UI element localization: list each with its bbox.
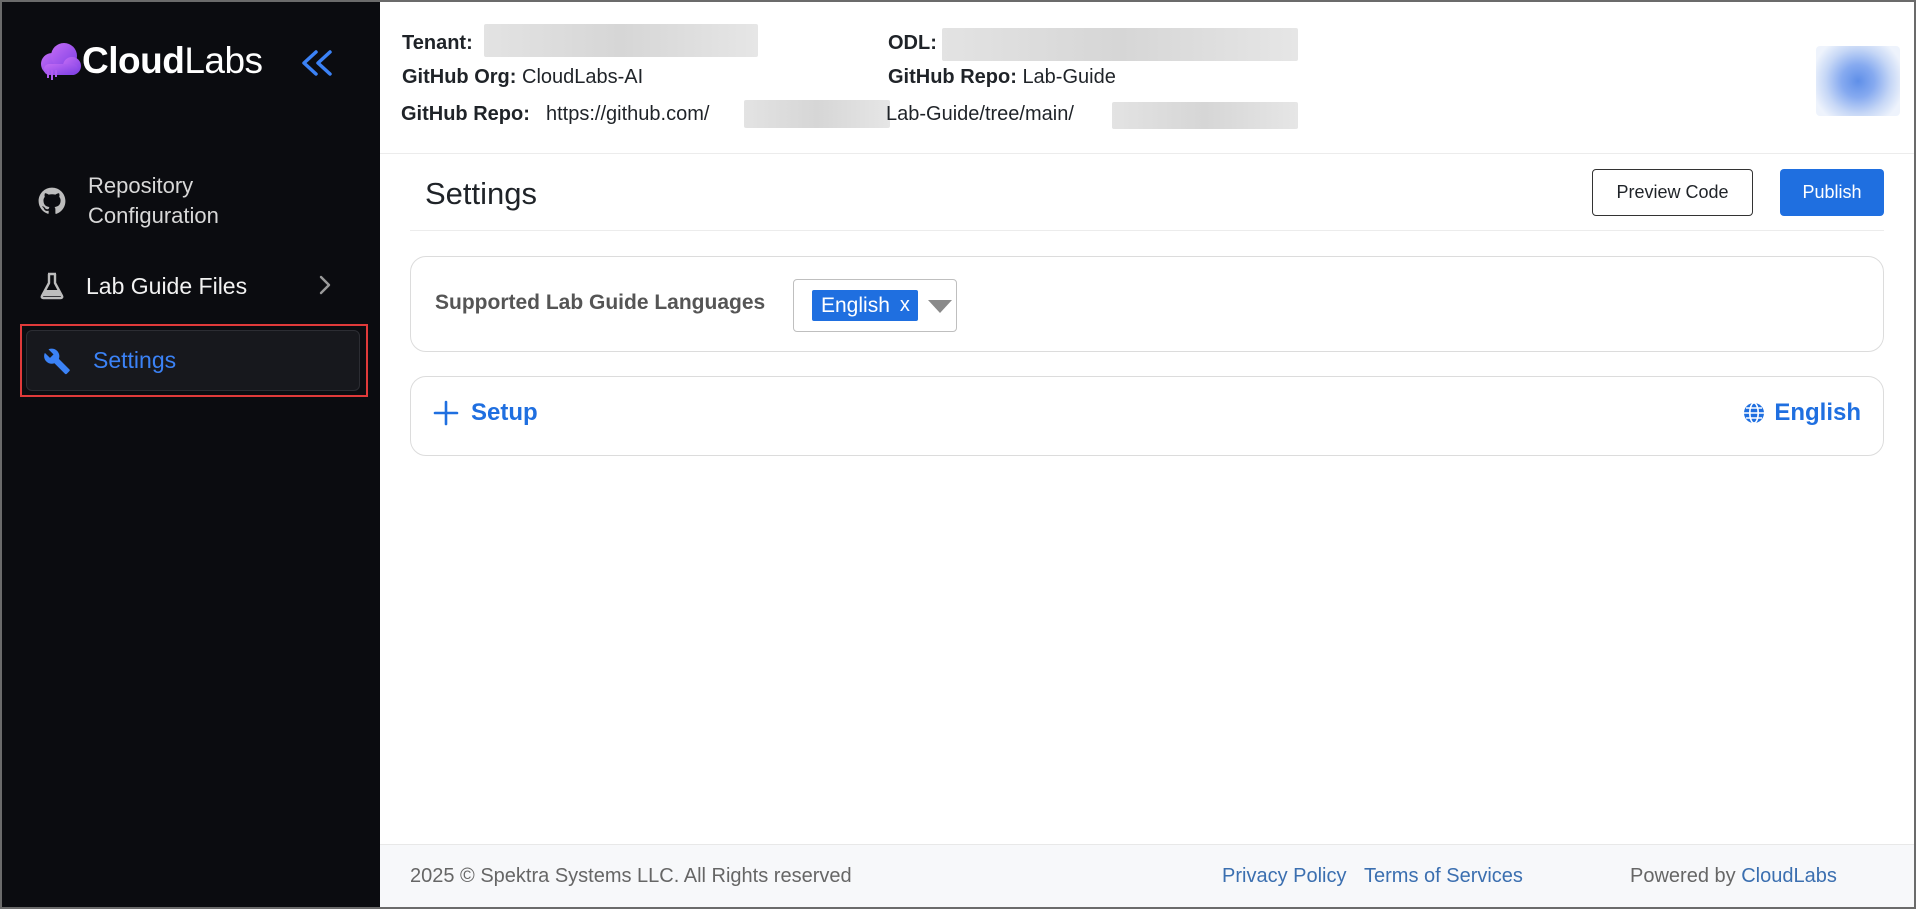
page-title: Settings [425,176,538,211]
collapse-sidebar-button[interactable] [298,46,338,82]
preview-code-button[interactable]: Preview Code [1592,169,1753,216]
double-chevron-left-icon [298,50,338,86]
redacted-tenant [484,24,758,57]
github-repo-url-prefix: https://github.com/ [546,103,710,125]
flask-icon [36,270,68,302]
cloud-logo-icon [38,40,81,82]
sidebar-item-label: Settings [93,347,177,373]
tenant-field: Tenant: [402,32,473,54]
sidebar-item-repository-configuration[interactable]: Repository Configuration [26,168,362,234]
divider [410,230,1884,231]
supported-languages-card: Supported Lab Guide Languages English x [410,256,1884,352]
supported-languages-label: Supported Lab Guide Languages [435,291,766,314]
languages-multiselect[interactable]: English x [793,279,957,332]
redacted-odl [942,28,1298,61]
logo-text: CloudLabs [82,40,263,81]
add-setup-button[interactable]: Setup [433,399,538,427]
footer: 2025 © Spektra Systems LLC. All Rights r… [380,844,1914,907]
wrench-icon [41,345,73,377]
chevron-right-icon [318,274,332,301]
sidebar: CloudLabs Repository Configuration Lab G… [2,2,380,907]
github-org-field: GitHub Org: CloudLabs-AI [402,66,644,88]
redacted-repo-path [1112,102,1298,129]
github-repo-url-path: Lab-Guide/tree/main/ [886,103,1074,125]
language-selector[interactable]: English [1742,399,1861,427]
privacy-policy-link[interactable]: Privacy Policy [1222,865,1346,888]
github-repo-url-key: GitHub Repo: [401,103,530,125]
plus-icon [433,400,459,426]
powered-by-text: Powered by CloudLabs [1630,865,1837,887]
sidebar-item-settings[interactable]: Settings [26,330,360,391]
globe-icon [1742,401,1766,425]
sidebar-item-lab-guide-files[interactable]: Lab Guide Files [26,266,362,306]
publish-button[interactable]: Publish [1780,169,1884,216]
sidebar-item-label: Repository Configuration [88,173,219,228]
app-window: CloudLabs Repository Configuration Lab G… [0,0,1916,909]
repo-info-header: Tenant: ODL: GitHub Org: CloudLabs-AI Gi… [380,2,1914,154]
remove-language-button[interactable]: x [900,294,910,317]
cloudlabs-link[interactable]: CloudLabs [1741,865,1837,887]
github-icon [36,185,68,217]
setup-card: Setup English [410,376,1884,456]
settings-page: Settings Preview Code Publish Supported … [380,154,1914,844]
cloudlabs-logo[interactable]: CloudLabs [38,40,263,82]
terms-of-services-link[interactable]: Terms of Services [1364,865,1523,888]
github-repo-field: GitHub Repo: Lab-Guide [888,66,1116,88]
sidebar-item-label: Lab Guide Files [86,272,248,299]
avatar[interactable] [1816,46,1900,116]
redacted-repo-owner [744,100,890,128]
odl-field: ODL: [888,32,937,54]
language-chip: English x [812,290,918,321]
copyright-text: 2025 © Spektra Systems LLC. All Rights r… [410,865,852,887]
dropdown-caret-icon[interactable] [928,300,952,313]
